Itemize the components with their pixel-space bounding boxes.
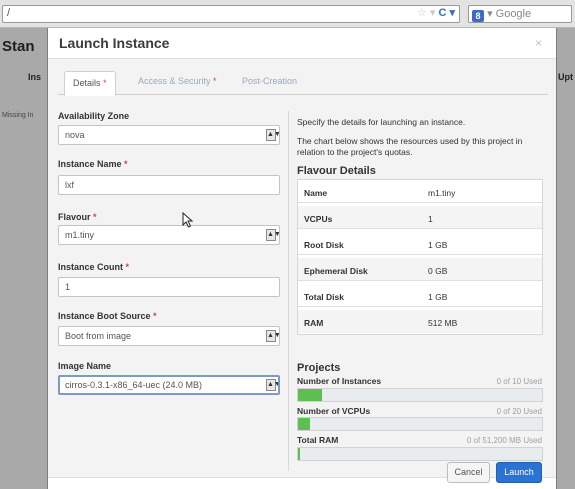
boot-source-value: Boot from image: [65, 331, 132, 341]
required-marker: *: [153, 311, 157, 321]
flavour-key: RAM: [304, 318, 324, 328]
boot-source-label: Instance Boot Source *: [58, 311, 157, 321]
tab-access-security-label: Access & Security: [138, 76, 211, 86]
projects-heading: Projects: [297, 362, 341, 374]
tab-details[interactable]: Details *: [64, 71, 116, 96]
table-row: Root Disk 1 GB: [298, 232, 542, 255]
instances-progress-fill: [298, 389, 323, 401]
instance-count-label-text: Instance Count: [58, 262, 124, 272]
instance-name-label: Instance Name *: [58, 159, 128, 169]
instance-count-label: Instance Count *: [58, 262, 129, 272]
required-marker: *: [124, 159, 128, 169]
flavour-value: 1: [428, 214, 433, 224]
quota-label: Number of Instances: [297, 376, 382, 386]
table-row: RAM 512 MB: [298, 310, 542, 333]
search-engine-icon[interactable]: 8: [472, 10, 484, 22]
instances-progress-bar: [297, 388, 543, 402]
flavour-key: Root Disk: [304, 240, 344, 250]
url-text: /: [7, 7, 11, 19]
flavour-value: 1 GB: [428, 292, 448, 302]
table-row: Name m1.tiny: [298, 180, 542, 203]
availability-zone-select[interactable]: nova ▲▼: [58, 125, 280, 145]
tab-post-creation[interactable]: Post-Creation: [242, 76, 297, 86]
launch-instance-modal: Launch Instance × Details * Access & Sec…: [47, 28, 557, 489]
flavour-key: Name: [304, 188, 328, 198]
flavour-value: 512 MB: [428, 318, 458, 328]
availability-zone-label-text: Availability Zone: [58, 111, 130, 121]
flavour-value: m1.tiny: [65, 230, 95, 240]
refresh-icon[interactable]: C ▾: [438, 7, 455, 19]
quota-label: Number of VCPUs: [297, 406, 371, 416]
availability-zone-value: nova: [65, 130, 85, 140]
search-placeholder: ▾ Google: [487, 8, 532, 20]
required-marker: *: [125, 262, 130, 272]
tab-access-security[interactable]: Access & Security *: [138, 76, 217, 86]
flavour-details-heading: Flavour Details: [297, 165, 376, 177]
image-name-value: cirros-0.3.1-x86_64-uec (24.0 MB): [65, 380, 203, 390]
quota-used-text: 0 of 20 Used: [496, 407, 542, 416]
required-marker: *: [213, 76, 217, 86]
details-chart-note: The chart below shows the resources used…: [297, 136, 523, 157]
instance-name-input[interactable]: lxf: [58, 175, 280, 195]
image-name-select[interactable]: cirros-0.3.1-x86_64-uec (24.0 MB) ▲▼: [58, 375, 280, 395]
chevron-down-icon: ▲▼: [266, 330, 279, 342]
bookmark-star-icon[interactable]: ☆ ▾: [417, 7, 435, 19]
required-marker: *: [103, 78, 107, 88]
instance-count-input[interactable]: 1: [58, 277, 280, 297]
quota-label: Total RAM: [297, 435, 339, 445]
table-row: Total Disk 1 GB: [298, 284, 542, 307]
background-row-text: Missing In: [2, 112, 34, 119]
vcpus-progress-bar: [297, 417, 543, 431]
background-tab-right: Upt: [558, 72, 573, 82]
table-row: Ephemeral Disk 0 GB: [298, 258, 542, 281]
modal-tabs: Details * Access & Security * Post-Creat…: [58, 65, 548, 96]
flavour-key: Ephemeral Disk: [304, 266, 368, 276]
quota-used-text: 0 of 10 Used: [496, 377, 542, 386]
details-intro: Specify the details for launching an ins…: [297, 117, 466, 127]
vcpus-progress-fill: [298, 418, 311, 430]
browser-toolbar: / ☆ ▾ C ▾ 8 ▾ Google: [0, 0, 575, 28]
ram-progress-bar: [297, 447, 543, 461]
flavour-value: m1.tiny: [428, 188, 456, 198]
url-bar[interactable]: / ☆ ▾ C ▾: [2, 5, 460, 23]
flavour-key: VCPUs: [304, 214, 333, 224]
search-input[interactable]: 8 ▾ Google: [468, 5, 572, 23]
quota-used-text: 0 of 51,200 MB Used: [466, 436, 542, 445]
flavour-value: 1 GB: [428, 240, 448, 250]
flavour-label: Flavour *: [58, 212, 97, 222]
availability-zone-label: Availability Zone: [58, 111, 129, 121]
chevron-down-icon: ▲▼: [266, 229, 279, 241]
boot-source-select[interactable]: Boot from image ▲▼: [58, 326, 280, 346]
flavour-select[interactable]: m1.tiny ▲▼: [58, 225, 280, 245]
flavour-key: Total Disk: [304, 292, 344, 302]
background-tab-left: Ins: [28, 72, 42, 82]
ram-progress-fill: [298, 448, 301, 460]
instance-count-value: 1: [65, 282, 71, 292]
modal-body: Details * Access & Security * Post-Creat…: [48, 58, 556, 478]
flavour-value: 0 GB: [428, 266, 448, 276]
url-bar-icons: ☆ ▾ C ▾: [417, 6, 455, 19]
chevron-down-icon: ▲▼: [266, 379, 278, 391]
chevron-down-icon: ▲▼: [266, 129, 279, 141]
cancel-button[interactable]: Cancel: [447, 462, 490, 483]
boot-source-label-text: Instance Boot Source: [58, 311, 151, 321]
tab-post-creation-label: Post-Creation: [242, 76, 298, 86]
flavour-details-table: Name m1.tiny VCPUs 1 Root Disk 1 GB Ephe…: [297, 179, 543, 335]
instance-name-label-text: Instance Name: [58, 159, 122, 169]
mouse-cursor-icon: [182, 212, 194, 228]
tab-details-label: Details: [73, 78, 101, 88]
background-title: Stan: [2, 38, 35, 55]
instance-name-value: lxf: [65, 180, 74, 190]
table-row: VCPUs 1: [298, 206, 542, 229]
modal-title: Launch Instance: [59, 35, 170, 51]
image-name-label-text: Image Name: [58, 361, 112, 371]
launch-button[interactable]: Launch: [496, 462, 542, 483]
column-divider: [288, 111, 289, 471]
image-name-label: Image Name: [58, 361, 111, 371]
required-marker: *: [93, 212, 97, 222]
close-icon[interactable]: ×: [535, 36, 542, 50]
flavour-label-text: Flavour: [58, 212, 91, 222]
